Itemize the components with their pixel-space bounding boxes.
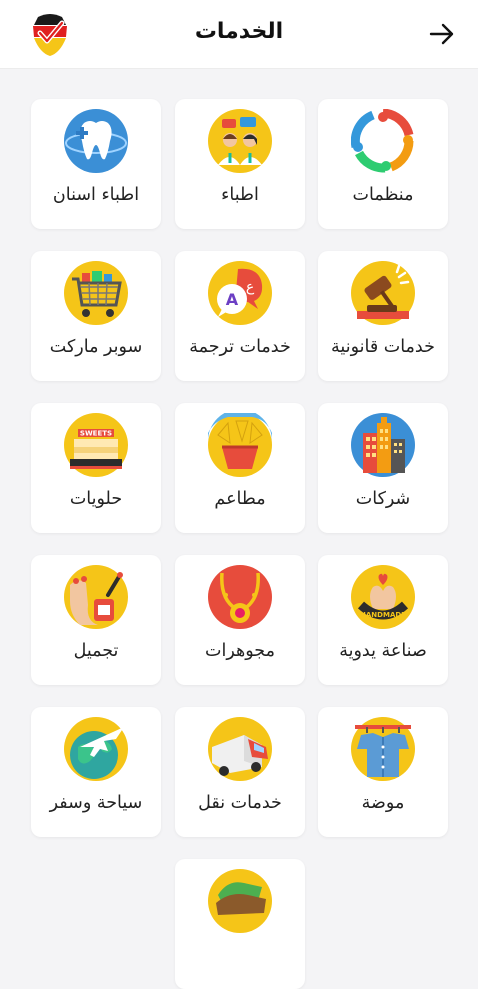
service-card-finance[interactable] xyxy=(175,859,305,989)
service-card-supermarket[interactable]: سوبر ماركت xyxy=(31,251,161,381)
food-icon xyxy=(208,413,272,477)
doctors-icon xyxy=(208,109,272,173)
svg-text:A: A xyxy=(226,290,239,309)
service-card-legal[interactable]: خدمات قانونية xyxy=(318,251,448,381)
service-label: مجوهرات xyxy=(205,641,275,661)
tooth-icon xyxy=(64,109,128,173)
service-card-fashion[interactable]: موضة xyxy=(318,707,448,837)
money-icon xyxy=(208,869,272,933)
svg-text:SWEETS: SWEETS xyxy=(80,430,112,438)
service-label: خدمات نقل xyxy=(198,793,282,813)
service-label: موضة xyxy=(361,793,405,813)
handmade-icon: HANDMADE xyxy=(351,565,415,629)
clothes-rack-icon xyxy=(351,717,415,781)
service-card-translation[interactable]: ع A خدمات ترجمة xyxy=(175,251,305,381)
svg-text:HANDMADE: HANDMADE xyxy=(360,611,406,619)
service-label: سياحة وسفر xyxy=(49,793,143,813)
service-card-travel[interactable]: سياحة وسفر xyxy=(31,707,161,837)
service-card-jewelry[interactable]: مجوهرات xyxy=(175,555,305,685)
service-label: مطاعم xyxy=(214,489,266,509)
service-card-handmade[interactable]: HANDMADE صناعة يدوية xyxy=(318,555,448,685)
service-label: حلويات xyxy=(69,489,123,509)
airplane-globe-icon xyxy=(64,717,128,781)
service-label: اطباء اسنان xyxy=(52,185,140,205)
service-card-restaurants[interactable]: مطاعم xyxy=(175,403,305,533)
buildings-icon xyxy=(351,413,415,477)
service-card-beauty[interactable]: تجميل xyxy=(31,555,161,685)
people-circle-icon xyxy=(351,109,415,173)
service-card-transport[interactable]: خدمات نقل xyxy=(175,707,305,837)
truck-icon xyxy=(208,717,272,781)
service-label: اطباء xyxy=(221,185,259,205)
service-label: سوبر ماركت xyxy=(49,337,143,357)
service-card-sweets[interactable]: SWEETS حلويات xyxy=(31,403,161,533)
service-card-dentists[interactable]: اطباء اسنان xyxy=(31,99,161,229)
necklace-icon xyxy=(208,565,272,629)
shopping-cart-icon xyxy=(64,261,128,325)
service-label: صناعة يدوية xyxy=(339,641,427,661)
translation-icon: ع A xyxy=(208,261,272,325)
gavel-icon xyxy=(351,261,415,325)
service-card-companies[interactable]: شركات xyxy=(318,403,448,533)
service-label: شركات xyxy=(355,489,411,509)
service-label: خدمات ترجمة xyxy=(189,337,291,357)
services-grid: منظمات اطباء اطباء اسنان خدمات قانونية ع… xyxy=(0,0,478,989)
svg-text:ع: ع xyxy=(246,279,255,295)
service-label: خدمات قانونية xyxy=(331,337,435,357)
service-label: منظمات xyxy=(352,185,414,205)
service-label: تجميل xyxy=(73,641,119,661)
service-card-doctors[interactable]: اطباء xyxy=(175,99,305,229)
nail-polish-icon xyxy=(64,565,128,629)
service-card-organizations[interactable]: منظمات xyxy=(318,99,448,229)
cake-icon: SWEETS xyxy=(64,413,128,477)
